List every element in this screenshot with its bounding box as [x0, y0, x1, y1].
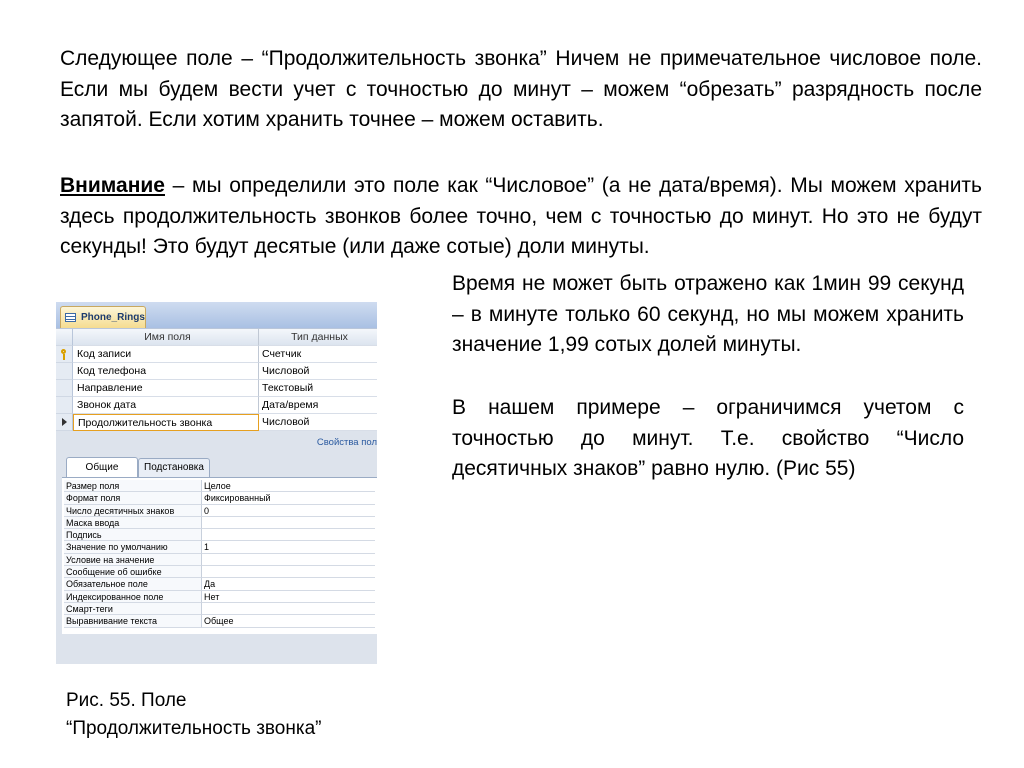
property-value[interactable]: Целое	[202, 480, 375, 493]
paragraph-time-note: Время не может быть отражено как 1мин 99…	[452, 272, 964, 356]
property-name: Сообщение об ошибке	[64, 566, 202, 579]
data-type-cell[interactable]: Числовой	[259, 363, 377, 380]
property-value[interactable]: 1	[202, 541, 375, 554]
caption-line-2: “Продолжительность звонка”	[66, 718, 322, 739]
primary-key-icon	[60, 348, 69, 360]
property-row[interactable]: Маска ввода	[64, 516, 375, 530]
field-name-cell[interactable]: Код записи	[73, 346, 259, 363]
property-value[interactable]: Общее	[202, 615, 375, 628]
tab-general[interactable]: Общие	[66, 457, 138, 477]
field-row[interactable]: Направление Текстовый	[56, 380, 377, 397]
access-table-design-screenshot: Phone_Rings Имя поля Тип данных Код запи…	[56, 302, 377, 664]
property-row[interactable]: Условие на значение	[64, 553, 375, 567]
property-row[interactable]: Сообщение об ошибке	[64, 566, 375, 579]
field-row-selected[interactable]: Продолжительность звонка Числовой	[56, 414, 377, 431]
property-value[interactable]: Да	[202, 578, 375, 591]
paragraph-example: В нашем примере – ограничимся учетом с т…	[452, 396, 964, 480]
data-type-cell[interactable]: Числовой	[259, 414, 377, 431]
property-name: Условие на значение	[64, 553, 202, 567]
property-name: Подпись	[64, 529, 202, 542]
field-row[interactable]: Звонок дата Дата/время	[56, 397, 377, 414]
document-tab-bar: Phone_Rings	[56, 302, 377, 328]
properties-tabs: Общие Подстановка	[62, 455, 377, 477]
property-name: Маска ввода	[64, 516, 202, 530]
property-value[interactable]	[202, 553, 375, 567]
property-row[interactable]: Смарт-теги	[64, 602, 375, 616]
property-name: Выравнивание текста	[64, 615, 202, 628]
field-row[interactable]: Код записи Счетчик	[56, 346, 377, 363]
data-type-cell[interactable]: Дата/время	[259, 397, 377, 414]
column-header-data-type[interactable]: Тип данных	[259, 329, 377, 346]
property-value[interactable]	[202, 516, 375, 530]
row-selector[interactable]	[56, 414, 73, 431]
property-name: Обязательное поле	[64, 578, 202, 591]
field-name-cell[interactable]: Направление	[73, 380, 259, 397]
current-row-arrow-icon	[61, 418, 67, 426]
property-value[interactable]	[202, 566, 375, 579]
field-name-cell[interactable]: Звонок дата	[73, 397, 259, 414]
property-value[interactable]: Фиксированный	[202, 492, 375, 505]
data-type-cell[interactable]: Текстовый	[259, 380, 377, 397]
property-name: Значение по умолчанию	[64, 541, 202, 554]
property-name: Число десятичных знаков	[64, 504, 202, 517]
property-name: Смарт-теги	[64, 602, 202, 616]
document-tab-label: Phone_Rings	[81, 311, 145, 323]
property-name: Размер поля	[64, 480, 202, 493]
field-name-cell[interactable]: Продолжительность звонка	[73, 414, 259, 431]
caption-line-1: Рис. 55. Поле	[66, 690, 187, 711]
row-selector-header	[56, 329, 73, 346]
property-row[interactable]: Размер поля Целое	[64, 480, 375, 493]
attention-text: – мы определили это поле как “Числовое” …	[60, 174, 982, 258]
property-name: Индексированное поле	[64, 590, 202, 603]
property-name: Формат поля	[64, 492, 202, 505]
properties-table: Размер поля Целое Формат поля Фиксированны…	[62, 477, 377, 634]
field-row[interactable]: Код телефона Числовой	[56, 363, 377, 380]
row-selector[interactable]	[56, 363, 73, 380]
field-grid-header: Имя поля Тип данных	[56, 329, 377, 346]
property-value[interactable]: 0	[202, 504, 375, 517]
property-row[interactable]: Выравнивание текста Общее	[64, 615, 375, 628]
property-row[interactable]: Значение по умолчанию 1	[64, 541, 375, 554]
property-row[interactable]: Число десятичных знаков 0	[64, 504, 375, 517]
property-row[interactable]: Подпись	[64, 529, 375, 542]
property-value[interactable]	[202, 529, 375, 542]
property-value[interactable]	[202, 602, 375, 616]
paragraph-intro: Следующее поле – “Продолжительность звон…	[60, 47, 982, 131]
column-header-field-name[interactable]: Имя поля	[73, 329, 259, 346]
data-type-cell[interactable]: Счетчик	[259, 346, 377, 363]
field-name-cell[interactable]: Код телефона	[73, 363, 259, 380]
property-row[interactable]: Обязательное поле Да	[64, 578, 375, 591]
attention-label: Внимание	[60, 174, 165, 197]
figure-caption: Рис. 55. Поле “Продолжительность звонка”	[66, 687, 466, 743]
property-row[interactable]: Формат поля Фиксированный	[64, 492, 375, 505]
tab-lookup[interactable]: Подстановка	[138, 458, 210, 477]
field-grid: Имя поля Тип данных Код записи Счетчик К…	[56, 328, 377, 431]
property-value[interactable]: Нет	[202, 590, 375, 603]
row-selector[interactable]	[56, 346, 73, 363]
paragraph-attention: Внимание – мы определили это поле как “Ч…	[60, 171, 982, 263]
property-row[interactable]: Индексированное поле Нет	[64, 590, 375, 603]
field-properties-panel: Общие Подстановка Размер поля Целое Форма…	[62, 455, 377, 634]
field-properties-label: Свойства пол	[316, 437, 377, 448]
row-selector[interactable]	[56, 380, 73, 397]
row-selector[interactable]	[56, 397, 73, 414]
table-icon	[65, 313, 76, 322]
document-tab-phone-rings[interactable]: Phone_Rings	[60, 306, 146, 328]
